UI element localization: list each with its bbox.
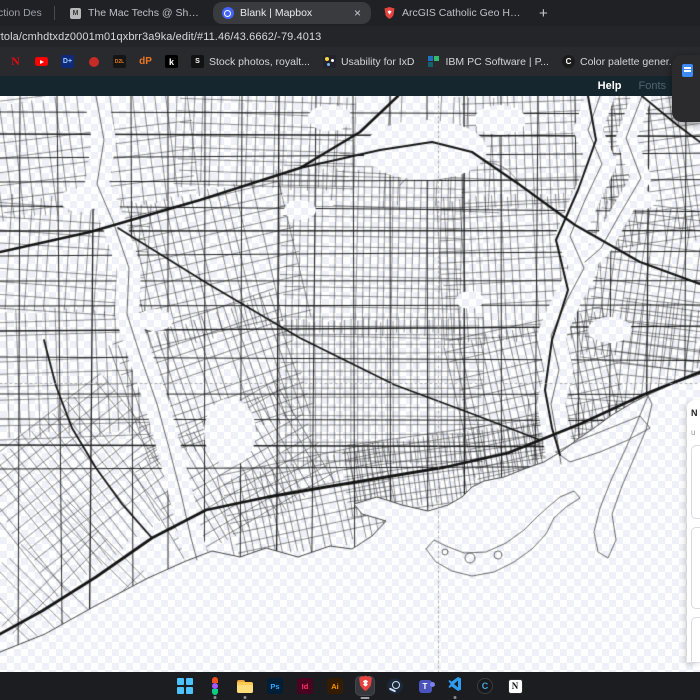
disney-plus-icon: D+ <box>61 55 74 68</box>
bookmark-item-usability[interactable]: Usability for IxD <box>322 55 415 68</box>
file-explorer-icon <box>237 679 253 693</box>
tab-close-icon[interactable]: × <box>352 7 363 19</box>
studio-right-panel[interactable]: N u <box>687 400 700 662</box>
taskbar-windows-start-button[interactable] <box>176 677 194 695</box>
bookmark-item-red-dot[interactable] <box>87 55 100 68</box>
brave-shield-favicon-icon <box>383 7 396 20</box>
ibm-pixels-icon <box>428 56 440 67</box>
studio-header: Help Fonts <box>0 76 700 96</box>
taskbar-notion-button[interactable]: N <box>506 677 524 695</box>
bookmark-label: IBM PC Software | P... <box>445 55 549 68</box>
tab-mac-techs[interactable]: M The Mac Techs @ Sheridan :: Laser Fil <box>61 0 209 26</box>
windows-taskbar: Ps Id Ai T C N <box>0 672 700 700</box>
taskbar-brave-button[interactable] <box>356 675 374 699</box>
bookmark-item-coolors[interactable]: C Color palette gener... <box>561 55 678 68</box>
new-tab-button[interactable]: + <box>539 5 548 22</box>
usability-icon <box>322 55 336 68</box>
steam-icon <box>387 678 403 694</box>
tab-label: ArcGIS Catholic Geo Hub – Brave Sea <box>402 7 521 19</box>
bookmark-label: Color palette gener... <box>579 55 678 68</box>
dp-orange-icon: dP <box>139 56 152 67</box>
browser-tab-bar: ction Des M The Mac Techs @ Sheridan :: … <box>0 0 700 26</box>
bookmark-label: Stock photos, royalt... <box>209 55 310 68</box>
notion-icon: N <box>507 678 523 694</box>
tab-partial[interactable]: ction Des <box>0 0 48 26</box>
taskbar-figma-button[interactable] <box>206 677 224 699</box>
mapbox-favicon-icon <box>221 7 234 20</box>
bookmark-item-d2l[interactable]: D2L <box>113 55 126 68</box>
bookmark-item-k-black[interactable]: k <box>165 55 178 68</box>
bookmark-item-stock-photos[interactable]: S Stock photos, royalt... <box>191 55 310 68</box>
figma-icon <box>212 677 218 695</box>
tab-label: The Mac Techs @ Sheridan :: Laser Fil <box>88 7 201 19</box>
stock-photos-icon: S <box>191 55 204 68</box>
help-button[interactable]: Help <box>598 80 622 92</box>
bookmark-item-ibm-pixels[interactable]: IBM PC Software | P... <box>427 55 549 68</box>
indesign-icon: Id <box>297 678 313 694</box>
bookmark-item-dp-orange[interactable]: dP <box>139 55 152 68</box>
panel-subtitle-fragment: u <box>691 428 696 437</box>
bookmark-item-disney-plus[interactable]: D+ <box>61 55 74 68</box>
photoshop-icon: Ps <box>267 678 283 694</box>
url-text[interactable]: rtola/cmhdtxdz0001m01qxbrr3a9ka/edit/#11… <box>0 31 321 43</box>
street-map-canvas[interactable] <box>0 96 700 672</box>
vscode-icon <box>447 676 463 697</box>
fonts-button[interactable]: Fonts <box>638 80 666 92</box>
windows-start-icon <box>177 678 193 694</box>
red-dot-icon <box>88 56 99 67</box>
cinema4d-icon: C <box>477 678 493 694</box>
bookmark-label: Usability for IxD <box>340 55 415 68</box>
taskbar-steam-button[interactable] <box>386 677 404 695</box>
bookmarks-bar: N D+ D2L dP k S Stock photos, royalt... Usabili… <box>0 47 700 76</box>
taskbar-teams-button[interactable]: T <box>416 677 435 695</box>
address-bar[interactable]: rtola/cmhdtxdz0001m01qxbrr3a9ka/edit/#11… <box>0 26 700 47</box>
netflix-icon: N <box>11 54 20 68</box>
panel-card[interactable] <box>691 617 700 662</box>
tab-arcgis[interactable]: ArcGIS Catholic Geo Hub – Brave Sea <box>375 0 529 26</box>
illustrator-icon: Ai <box>327 678 343 694</box>
coolors-icon: C <box>561 55 575 68</box>
panel-card[interactable] <box>691 527 700 609</box>
taskbar-photoshop-button[interactable]: Ps <box>266 677 284 695</box>
tab-mapbox-active[interactable]: Blank | Mapbox × <box>213 2 371 24</box>
taskbar-cinema4d-button[interactable]: C <box>476 677 494 695</box>
map-viewport[interactable] <box>0 96 700 672</box>
taskbar-vscode-button[interactable] <box>446 676 464 699</box>
taskbar-indesign-button[interactable]: Id <box>296 677 314 695</box>
brave-icon <box>358 675 373 697</box>
document-icon <box>682 64 693 77</box>
d2l-icon: D2L <box>113 55 126 68</box>
browser-sidebar-flyout[interactable] <box>672 55 700 122</box>
mactechs-favicon-icon: M <box>69 7 82 20</box>
k-black-icon: k <box>165 55 178 68</box>
tab-label: Blank | Mapbox <box>240 7 313 19</box>
youtube-icon <box>35 57 48 66</box>
bookmark-item-youtube[interactable] <box>35 55 48 68</box>
teams-icon: T <box>418 679 435 693</box>
tab-separator <box>54 6 55 20</box>
bookmark-item-netflix[interactable]: N <box>9 54 22 68</box>
panel-card[interactable] <box>691 445 700 519</box>
panel-title-fragment: N <box>691 408 698 418</box>
taskbar-illustrator-button[interactable]: Ai <box>326 677 344 695</box>
taskbar-file-explorer-button[interactable] <box>236 677 254 699</box>
